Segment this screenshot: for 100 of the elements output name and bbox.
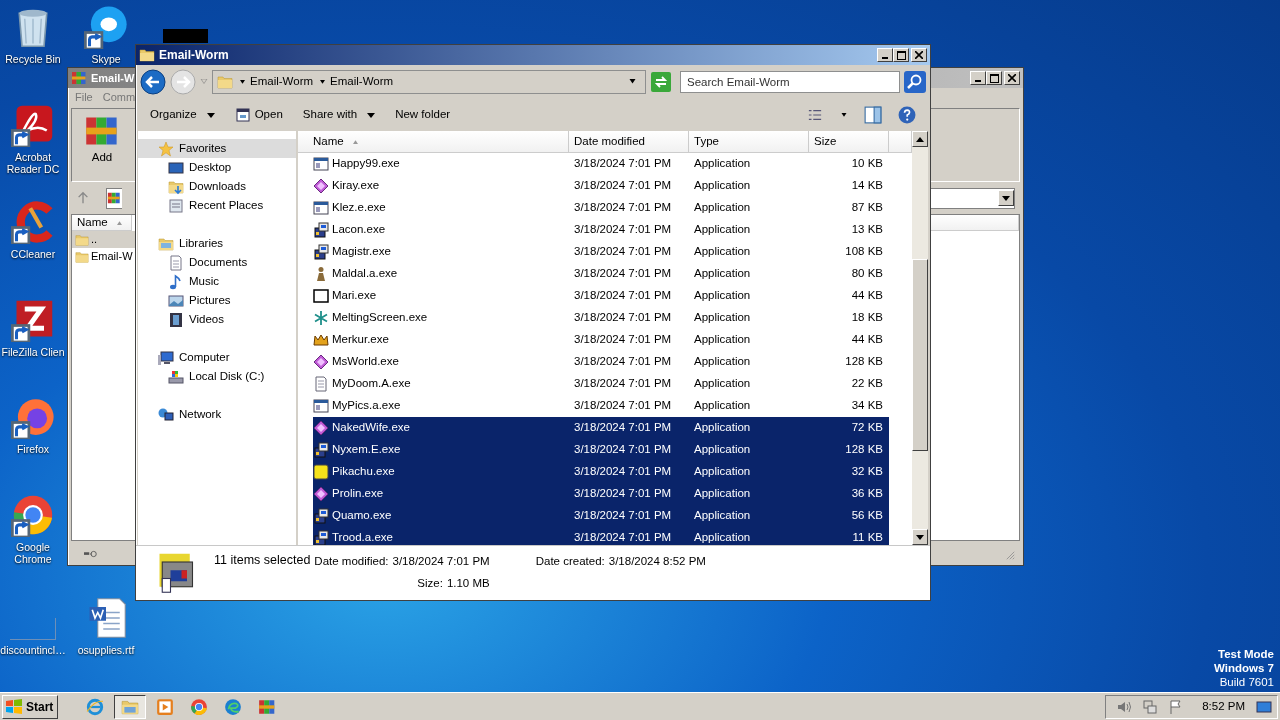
close-icon xyxy=(1008,74,1016,82)
file-row[interactable]: Pikachu.exe 3/18/2024 7:01 PM Application 32 KB xyxy=(313,461,889,483)
desktop-icon[interactable]: discountincl… xyxy=(0,596,66,656)
menu-button[interactable]: Organize xyxy=(144,104,221,126)
breadcrumb-link[interactable]: Email-Worm xyxy=(250,73,314,91)
view-options-icon[interactable] xyxy=(806,108,824,122)
desktop-icon[interactable]: Skype xyxy=(73,5,139,65)
desktop-icon[interactable]: CCleaner xyxy=(0,200,66,260)
desktop-icon[interactable]: Google Chrome xyxy=(0,493,66,565)
table-cell-text: 128 KB xyxy=(844,442,884,458)
desktop-icon[interactable]: osupplies.rtf xyxy=(73,596,139,656)
file-row[interactable]: Happy99.exe 3/18/2024 7:01 PM Application 10 KB xyxy=(313,153,889,175)
file-row[interactable]: MyPics.a.exe 3/18/2024 7:01 PM Application 34 KB xyxy=(313,395,889,417)
file-row[interactable]: Klez.e.exe 3/18/2024 7:01 PM Application 87 KB xyxy=(313,197,889,219)
nav-item[interactable]: Pictures xyxy=(138,291,296,310)
start-button[interactable]: Start xyxy=(2,694,59,719)
file-row[interactable]: Kiray.exe 3/18/2024 7:01 PM Application 14 KB xyxy=(313,175,889,197)
file-row[interactable]: MyDoom.A.exe 3/18/2024 7:01 PM Application 22 KB xyxy=(313,373,889,395)
scroll-up-button[interactable] xyxy=(912,131,928,147)
add-button[interactable]: Add xyxy=(78,111,126,169)
diamond-icon xyxy=(313,420,329,436)
table-cell-text: Application xyxy=(693,464,752,480)
column-header[interactable]: Size xyxy=(809,131,889,153)
media-player-icon xyxy=(156,697,175,716)
browser-wave-icon xyxy=(224,697,243,716)
caret-icon[interactable] xyxy=(319,79,327,85)
file-row[interactable]: Merkur.exe 3/18/2024 7:01 PM Application 44 KB xyxy=(313,329,889,351)
file-name: Prolin.exe xyxy=(332,486,384,502)
desktop-icon[interactable]: Recycle Bin xyxy=(0,5,66,65)
nav-item[interactable]: Music xyxy=(138,272,296,291)
desktop-icon[interactable]: FileZilla Clien xyxy=(0,298,66,358)
field-label: Size: xyxy=(417,576,443,592)
list-row[interactable]: .. xyxy=(72,231,136,248)
browser-circle-icon xyxy=(190,697,209,716)
nav-item[interactable]: Videos xyxy=(138,310,296,329)
close-button[interactable] xyxy=(911,48,927,62)
file-row[interactable]: MsWorld.exe 3/18/2024 7:01 PM Application 128 KB xyxy=(313,351,889,373)
search-field[interactable]: Search Email-Worm xyxy=(680,71,900,93)
open-button[interactable]: Open xyxy=(228,104,289,126)
table-cell-text: 3/18/2024 7:01 PM xyxy=(573,354,673,370)
search-button[interactable] xyxy=(904,71,926,93)
diamond-icon xyxy=(313,178,329,194)
caret-icon[interactable] xyxy=(840,112,848,118)
file-row[interactable]: Maldal.a.exe 3/18/2024 7:01 PM Application 80 KB xyxy=(313,263,889,285)
nav-item[interactable]: Favorites xyxy=(138,139,296,158)
maximize-button[interactable] xyxy=(986,71,1002,85)
picture-icon xyxy=(168,292,184,309)
breadcrumb-link[interactable]: Email-Worm xyxy=(330,73,394,91)
scroll-down-button[interactable] xyxy=(912,529,928,545)
table-cell-text: 34 KB xyxy=(850,398,884,414)
minimize-button[interactable] xyxy=(877,48,893,62)
nav-item[interactable]: Downloads xyxy=(138,177,296,196)
program-window-icon xyxy=(313,156,329,172)
column-header[interactable]: Name xyxy=(72,215,132,231)
refresh-button[interactable] xyxy=(650,71,672,93)
nav-item[interactable]: Documents xyxy=(138,253,296,272)
file-row[interactable]: Magistr.exe 3/18/2024 7:01 PM Application 108 KB xyxy=(313,241,889,263)
maximize-button[interactable] xyxy=(893,48,909,62)
archive-app-icon xyxy=(107,191,121,205)
desktop-icon[interactable]: Acrobat Reader DC xyxy=(0,103,66,175)
nav-item[interactable]: Desktop xyxy=(138,158,296,177)
taskbar-button[interactable] xyxy=(114,694,147,719)
nav-item[interactable]: Network xyxy=(138,405,296,424)
table-cell-text: 3/18/2024 7:01 PM xyxy=(573,398,673,414)
nav-item[interactable]: Computer xyxy=(138,348,296,367)
path-field[interactable] xyxy=(106,187,122,209)
scroll-bar[interactable] xyxy=(912,131,928,545)
network-icon[interactable] xyxy=(1142,698,1159,715)
file-row[interactable]: NakedWife.exe 3/18/2024 7:01 PM Application 72 KB xyxy=(313,417,889,439)
menu-button[interactable]: Share with xyxy=(296,104,382,126)
disk-icon xyxy=(168,368,184,385)
show-desktop-icon[interactable] xyxy=(1255,698,1273,715)
caret-icon[interactable] xyxy=(239,79,246,85)
list-row[interactable]: Email-W xyxy=(72,248,136,265)
dropdown-arrow-button[interactable] xyxy=(998,190,1014,206)
nav-item[interactable]: Recent Places xyxy=(138,196,296,215)
help-icon[interactable] xyxy=(898,106,916,124)
file-row[interactable]: MeltingScreen.exe 3/18/2024 7:01 PM Application 18 KB xyxy=(313,307,889,329)
preview-pane-icon[interactable] xyxy=(864,106,882,124)
file-row[interactable]: Trood.a.exe 3/18/2024 7:01 PM Application 11 KB xyxy=(313,527,889,545)
back-button[interactable] xyxy=(140,69,166,95)
file-row[interactable]: Lacon.exe 3/18/2024 7:01 PM Application 13 KB xyxy=(313,219,889,241)
new-folder-button[interactable]: New folder xyxy=(389,104,457,126)
caret-icon[interactable] xyxy=(628,79,637,85)
column-header[interactable]: Name xyxy=(298,131,569,153)
close-button[interactable] xyxy=(1004,71,1020,85)
file-row[interactable]: Mari.exe 3/18/2024 7:01 PM Application 44 KB xyxy=(313,285,889,307)
clock[interactable]: 8:52 PM xyxy=(1202,697,1245,716)
file-row[interactable]: Quamo.exe 3/18/2024 7:01 PM Application 56 KB xyxy=(313,505,889,527)
file-row[interactable]: Prolin.exe 3/18/2024 7:01 PM Application 36 KB xyxy=(313,483,889,505)
desktop-icon[interactable]: Firefox xyxy=(0,395,66,455)
column-header[interactable]: Type xyxy=(689,131,809,153)
column-header[interactable]: Date modified xyxy=(569,131,689,153)
nav-item[interactable]: Local Disk (C:) xyxy=(138,367,296,386)
down-arrow-icon xyxy=(916,534,924,540)
address-bar[interactable]: Email-Worm Email-Worm xyxy=(212,70,646,94)
nav-item[interactable]: Libraries xyxy=(138,234,296,253)
file-row[interactable]: Nyxem.E.exe 3/18/2024 7:01 PM Application 128 KB xyxy=(313,439,889,461)
file-name: Mari.exe xyxy=(332,288,377,304)
minimize-button[interactable] xyxy=(970,71,986,85)
